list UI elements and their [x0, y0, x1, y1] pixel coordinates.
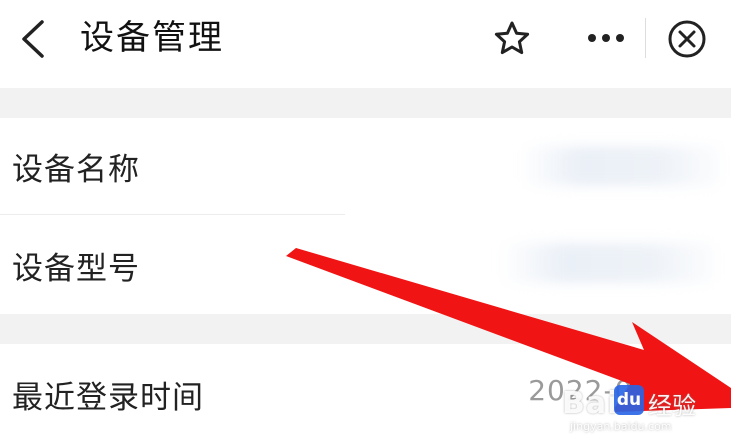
more-horizontal-icon	[588, 34, 624, 42]
device-management-page: 设备管理 设备名称 设备型号 最近登录时间 2022-07-… 4 Bai du…	[0, 0, 731, 447]
back-button[interactable]	[12, 14, 56, 64]
chevron-left-icon	[22, 20, 44, 58]
more-options-button[interactable]	[584, 26, 628, 50]
device-name-row[interactable]: 设备名称	[0, 118, 731, 215]
header-divider	[645, 18, 646, 58]
favorite-button[interactable]	[492, 19, 532, 59]
device-model-label: 设备型号	[12, 251, 140, 287]
watermark-du-badge: du	[614, 385, 644, 415]
close-button[interactable]	[665, 17, 709, 61]
device-model-value-redacted	[500, 243, 715, 283]
watermark-url: jingyan.baidu.com	[570, 420, 672, 433]
header-bar: 设备管理	[0, 0, 731, 88]
last-login-label: 最近登录时间	[12, 380, 204, 416]
star-icon	[494, 21, 530, 55]
watermark-brand: Bai	[562, 386, 619, 421]
device-info-card: 设备名称 设备型号	[0, 118, 731, 314]
watermark-jingyan: 经验	[648, 392, 696, 420]
page-title: 设备管理	[80, 18, 224, 58]
baidu-jingyan-watermark: Bai du 经验 jingyan.baidu.com	[562, 366, 722, 438]
close-circle-icon	[668, 20, 706, 58]
device-name-value-redacted	[520, 146, 720, 186]
device-name-label: 设备名称	[12, 152, 140, 188]
device-model-row[interactable]: 设备型号	[0, 215, 731, 314]
